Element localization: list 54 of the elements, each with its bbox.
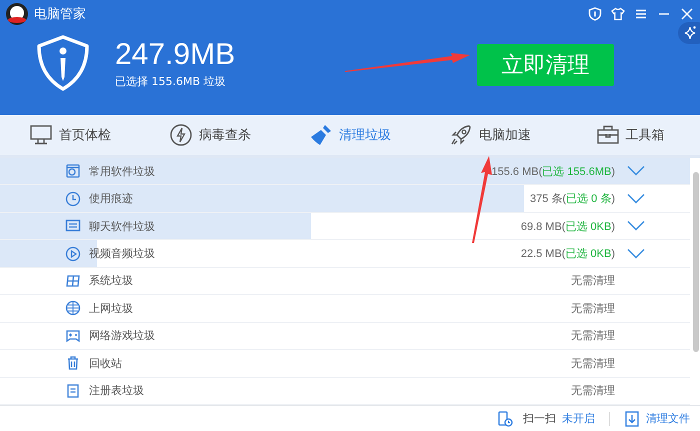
scrollbar[interactable] — [693, 172, 699, 352]
item-name[interactable]: 网络游戏垃圾 — [89, 328, 155, 344]
gamepad-icon — [65, 328, 81, 344]
window-title: 电脑管家 — [34, 6, 86, 23]
item-size: 22.5 MB(已选 0KB) — [520, 247, 615, 262]
tab[interactable]: 电脑加速 — [420, 115, 560, 155]
sparkle-icon[interactable] — [678, 22, 700, 44]
download-document-icon[interactable] — [624, 410, 640, 426]
item-name[interactable]: 聊天软件垃圾 — [89, 218, 155, 234]
item-size: 375 条(已选 0 条) — [530, 192, 615, 206]
avatar-icon — [6, 3, 28, 25]
chevron-down-icon[interactable] — [627, 165, 645, 178]
menu-icon[interactable] — [634, 7, 648, 21]
item-status: 无需清理 — [571, 329, 615, 344]
item-name[interactable]: 常用软件垃圾 — [89, 164, 155, 179]
item-status: 无需清理 — [571, 274, 615, 288]
trash-icon — [65, 355, 81, 372]
shield-icon[interactable] — [588, 7, 602, 21]
rocket-icon — [449, 123, 473, 147]
item-status: 无需清理 — [571, 384, 615, 398]
shirt-icon[interactable] — [611, 7, 625, 21]
item-size: 155.6 MB(已选 155.6MB) — [491, 164, 615, 179]
item-name[interactable]: 系统垃圾 — [89, 273, 133, 288]
tab[interactable]: 清理垃圾 — [280, 115, 420, 155]
scan-state-link[interactable]: 未开启 — [562, 411, 595, 426]
window-grid-icon — [65, 272, 81, 289]
globe-icon — [65, 300, 81, 316]
broom-icon — [309, 123, 333, 147]
item-name[interactable]: 使用痕迹 — [89, 191, 133, 206]
document-icon — [65, 382, 81, 399]
item-name[interactable]: 上网垃圾 — [89, 300, 133, 316]
chevron-down-icon[interactable] — [627, 248, 645, 260]
chevron-down-icon[interactable] — [627, 192, 645, 205]
item-status: 无需清理 — [571, 302, 615, 316]
clean-files-link[interactable]: 清理文件 — [646, 411, 690, 426]
shield-info-icon — [36, 35, 90, 91]
item-status: 无需清理 — [571, 356, 615, 371]
scan-label: 扫一扫 — [523, 411, 556, 426]
total-size: 247.9MB — [115, 38, 236, 72]
play-icon — [65, 246, 81, 262]
lightning-icon — [169, 123, 193, 147]
close-icon[interactable] — [680, 7, 694, 21]
monitor-icon — [29, 123, 53, 147]
chevron-down-icon[interactable] — [627, 220, 645, 232]
tab[interactable]: 工具箱 — [560, 115, 700, 155]
tab[interactable]: 病毒查杀 — [140, 115, 280, 155]
phone-scan-icon[interactable] — [497, 410, 513, 426]
item-name[interactable]: 回收站 — [89, 356, 122, 371]
selected-size: 已选择 155.6MB 垃圾 — [115, 74, 227, 88]
item-name[interactable]: 视频音频垃圾 — [89, 246, 155, 262]
clock-icon — [65, 190, 81, 207]
tab[interactable]: 首页体检 — [0, 115, 140, 155]
item-size: 69.8 MB(已选 0KB) — [520, 220, 615, 234]
item-name[interactable]: 注册表垃圾 — [89, 383, 144, 398]
